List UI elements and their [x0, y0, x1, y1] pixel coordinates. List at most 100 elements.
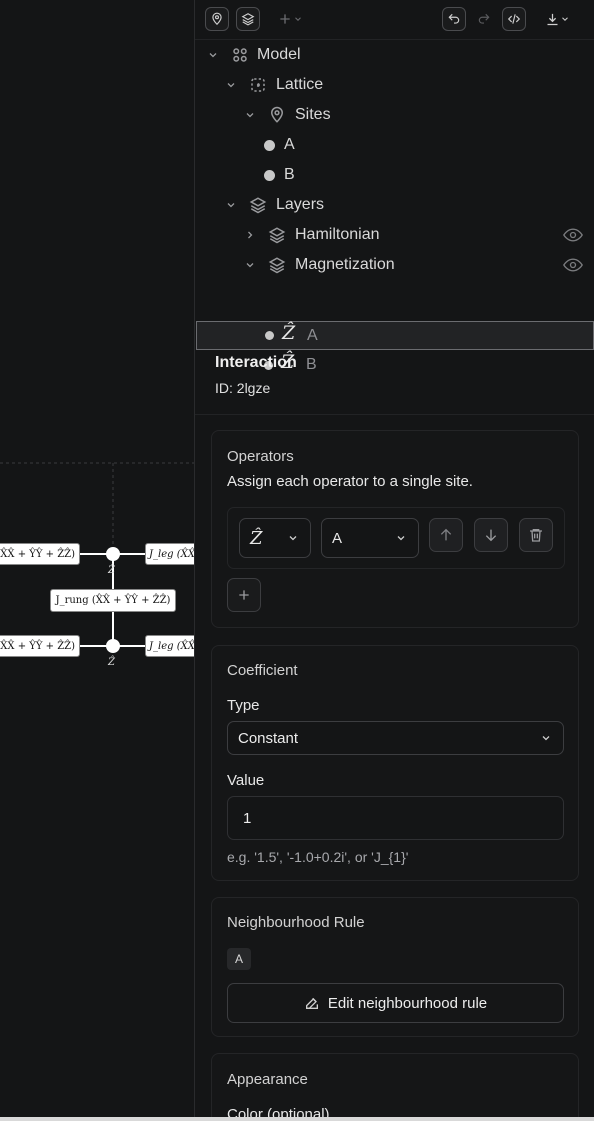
- tree-item-model[interactable]: Model: [195, 40, 594, 70]
- chevron-down-icon[interactable]: [244, 109, 256, 121]
- grid-icon: [233, 48, 247, 62]
- chevron-down-icon[interactable]: [225, 199, 237, 211]
- value-input-text: 1: [243, 809, 252, 827]
- type-label: Type: [227, 697, 260, 714]
- term-label-right-top[interactable]: J_leg (X̂X̂: [145, 543, 194, 565]
- term-label-rung[interactable]: J_rung (X̂X̂ + ŶŶ + ẐẐ): [50, 589, 176, 612]
- chevron-down-icon[interactable]: [225, 79, 237, 91]
- trash-icon: [530, 529, 542, 542]
- card-description: Assign each operator to a single site.: [227, 473, 473, 490]
- arrow-down-icon: [485, 529, 497, 542]
- delete-operator-button[interactable]: [519, 518, 553, 552]
- value-label: Value: [227, 772, 265, 789]
- add-menu-button[interactable]: [270, 7, 310, 31]
- edit-icon: [305, 997, 318, 1009]
- lattice-icon: [251, 78, 265, 92]
- tree-item-sites[interactable]: Sites: [195, 100, 594, 130]
- chevron-down-icon: [397, 536, 405, 541]
- type-select[interactable]: Constant: [227, 721, 564, 755]
- edit-neighbourhood-button[interactable]: Edit neighbourhood rule: [227, 983, 564, 1023]
- map-pin-icon: [270, 106, 284, 123]
- operator-symbol: Ẑ: [282, 322, 296, 344]
- term-label-right-bottom[interactable]: J_leg (X̂X̂: [145, 635, 194, 657]
- operators-card: Operators Assign each operator to a sing…: [211, 430, 579, 628]
- tree-label: Sites: [295, 106, 331, 123]
- operator-dot-icon: [265, 331, 274, 340]
- tree-label: Magnetization: [295, 256, 395, 273]
- lattice-node-top: [106, 547, 120, 561]
- chevron-down-icon: [542, 736, 550, 741]
- node-label-bottom: Ẑ: [108, 657, 115, 668]
- operator-row: Ẑ A: [227, 507, 565, 569]
- layers-icon: [268, 257, 286, 274]
- site-select[interactable]: A: [321, 518, 419, 558]
- site-dot-icon: [264, 169, 275, 181]
- redo-icon: [478, 13, 490, 24]
- site-chip: A: [227, 948, 251, 970]
- type-select-value: Constant: [238, 729, 299, 747]
- interaction-header: Interaction ID: 2lgze: [195, 345, 594, 415]
- card-title: Coefficient: [227, 662, 298, 679]
- tree-item-lattice[interactable]: Lattice: [195, 70, 594, 100]
- card-title: Appearance: [227, 1071, 308, 1088]
- chevron-down-icon: [295, 17, 301, 21]
- tree-label: Layers: [276, 196, 325, 213]
- tree-item-hamiltonian[interactable]: Hamiltonian: [195, 220, 594, 250]
- move-down-button[interactable]: [474, 518, 508, 552]
- eye-icon[interactable]: [563, 228, 583, 242]
- plus-icon: [280, 14, 290, 24]
- eye-icon[interactable]: [563, 258, 583, 272]
- code-view-button[interactable]: [502, 7, 526, 31]
- chevron-down-icon: [561, 17, 568, 21]
- redo-button[interactable]: [472, 7, 496, 31]
- term-label-left-bottom[interactable]: X̂X̂ + ŶŶ + ẐẐ): [0, 635, 80, 657]
- lattice-node-bottom: [106, 639, 120, 653]
- chevron-down-icon[interactable]: [207, 49, 219, 61]
- undo-button[interactable]: [442, 7, 466, 31]
- value-hint: e.g. '1.5', '-1.0+0.2i', or 'J_{1}': [227, 849, 409, 865]
- download-icon: [547, 13, 557, 25]
- chevron-down-icon[interactable]: [244, 259, 256, 271]
- operator-select[interactable]: Ẑ: [239, 518, 311, 558]
- window-bottom-edge: [0, 1117, 594, 1121]
- download-menu-button[interactable]: [537, 7, 577, 31]
- code-icon: [507, 14, 521, 24]
- add-operator-button[interactable]: [227, 578, 261, 612]
- card-title: Neighbourhood Rule: [227, 914, 365, 931]
- chevron-right-icon[interactable]: [244, 229, 256, 241]
- neighbourhood-card: Neighbourhood Rule A Edit neighbourhood …: [211, 897, 579, 1037]
- tree-label: B: [284, 166, 295, 183]
- layers-icon: [241, 13, 255, 26]
- interaction-title: Interaction: [215, 354, 297, 371]
- model-tree: Model Lattice Sites A B Layers Hamiltoni…: [195, 40, 594, 373]
- tree-item-magnetization[interactable]: Magnetization: [195, 250, 594, 280]
- coefficient-card: Coefficient Type Constant Value 1 e.g. '…: [211, 645, 579, 881]
- undo-icon: [448, 13, 460, 24]
- chevron-down-icon: [289, 536, 297, 541]
- card-title: Operators: [227, 448, 294, 465]
- layers-icon: [268, 227, 286, 244]
- tree-item-layers[interactable]: Layers: [195, 190, 594, 220]
- edit-button-label: Edit neighbourhood rule: [327, 994, 488, 1012]
- value-input[interactable]: 1: [227, 796, 564, 840]
- site-select-value: A: [332, 529, 343, 547]
- plus-icon: [239, 590, 249, 600]
- appearance-card: Appearance Color (optional): [211, 1053, 579, 1121]
- tree-label: Lattice: [276, 76, 324, 93]
- toolbar: [195, 0, 594, 40]
- map-pin-icon: [212, 12, 222, 26]
- term-label-left-top[interactable]: X̂X̂ + ŶŶ + ẐẐ): [0, 543, 80, 565]
- tree-label: Hamiltonian: [295, 226, 380, 243]
- operator-site: A: [307, 326, 318, 344]
- interaction-id: ID: 2lgze: [215, 380, 271, 396]
- lattice-canvas[interactable]: X̂X̂ + ŶŶ + ẐẐ) J_leg (X̂X̂ Ẑ J_rung (X̂…: [0, 0, 194, 1121]
- tree-item-site-a[interactable]: A: [195, 130, 594, 160]
- tree-label: Model: [257, 46, 301, 63]
- sites-tool-button[interactable]: [205, 7, 229, 31]
- tree-item-site-b[interactable]: B: [195, 160, 594, 190]
- layers-tool-button[interactable]: [236, 7, 260, 31]
- move-up-button[interactable]: [429, 518, 463, 552]
- layers-icon: [249, 197, 267, 214]
- tree-label: A: [284, 136, 295, 153]
- arrow-up-icon: [440, 528, 452, 541]
